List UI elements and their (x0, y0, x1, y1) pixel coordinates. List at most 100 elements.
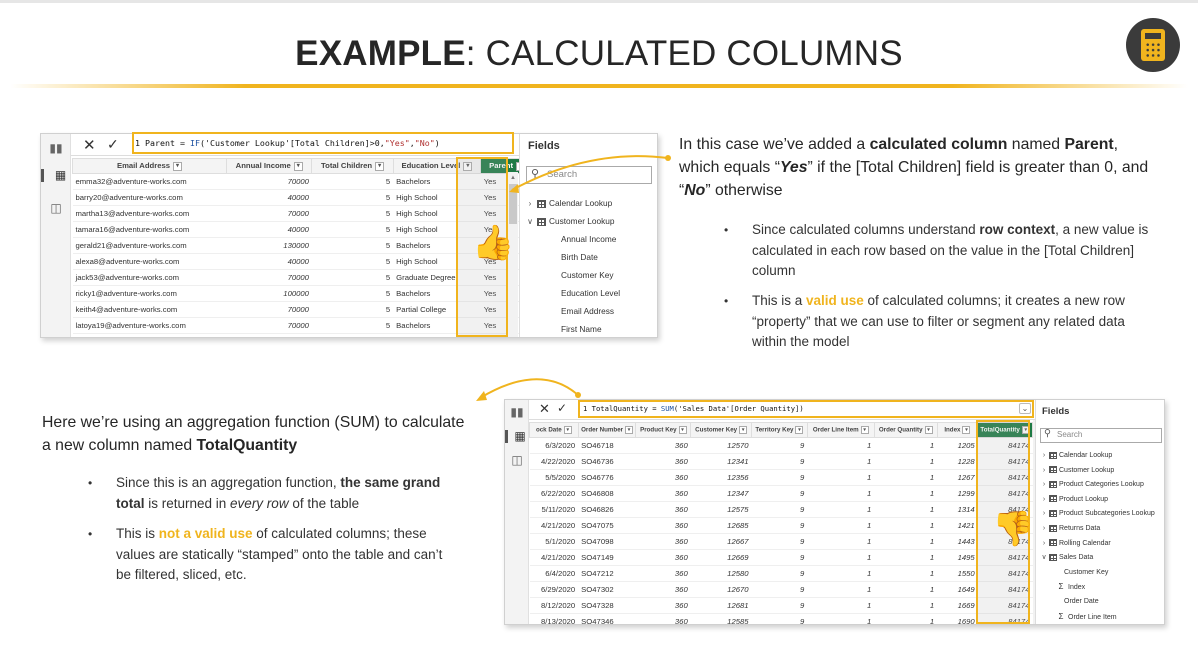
model-view-icon[interactable]: ◫ (49, 202, 63, 215)
chevron-right-icon[interactable]: › (1040, 493, 1048, 508)
table-row[interactable]: gerald21@adventure-works.com 130000 5 Bache… (72, 237, 534, 254)
chevron-right-icon[interactable]: › (1040, 507, 1048, 522)
column-filter-icon[interactable]: ▾ (962, 426, 971, 434)
table-row[interactable]: jack53@adventure-works.com 70000 5 Graduate… (72, 269, 534, 286)
column-header[interactable]: Customer Key ▾ (690, 422, 753, 438)
chevron-right-icon[interactable]: › (525, 195, 535, 212)
field-table-item[interactable]: › Returns Data (1040, 522, 1164, 537)
scroll-up-icon[interactable]: ▲ (508, 175, 518, 181)
table-row[interactable]: 5/11/2020 SO46826 360 12575 9 1 1 1314 84174 (529, 501, 1033, 518)
column-filter-icon[interactable]: ▾ (739, 426, 748, 434)
field-table-item[interactable]: ∨ Customer Lookup (525, 212, 657, 230)
chevron-down-icon[interactable]: ∨ (525, 213, 535, 230)
field-item[interactable]: Education Level (525, 284, 657, 302)
data-view-icon[interactable]: ▦ (41, 169, 71, 182)
column-header[interactable]: ock Date ▾ (529, 422, 579, 438)
table-cell: 1495 (937, 549, 978, 566)
scrollbar-thumb[interactable] (509, 184, 517, 224)
table-row[interactable]: 4/21/2020 SO47075 360 12685 9 1 1 1421 84174 (529, 517, 1033, 534)
column-filter-icon[interactable]: ▾ (625, 426, 634, 434)
column-filter-icon[interactable]: ▾ (795, 426, 804, 434)
formula-text[interactable]: 1 Parent = IF('Customer Lookup'[Total Ch… (135, 138, 440, 148)
column-header[interactable]: Territory Key ▾ (751, 422, 808, 438)
formula-bar[interactable]: ✕ ✓ 1 Parent = IF('Customer Lookup'[Tota… (71, 134, 555, 156)
field-table-item[interactable]: › Calendar Lookup (525, 194, 657, 212)
report-view-icon[interactable]: ▮▮ (510, 406, 524, 419)
table-row[interactable]: 5/5/2020 SO46776 360 12356 9 1 1 1267 84174 (529, 469, 1033, 486)
column-header[interactable]: Total Children ▾ (311, 158, 394, 174)
data-view-icon[interactable]: ▦ (505, 430, 529, 443)
column-filter-icon[interactable]: ▾ (678, 426, 687, 434)
chevron-right-icon[interactable]: › (1040, 478, 1048, 493)
column-header[interactable]: Email Address ▾ (71, 158, 228, 174)
field-item[interactable]: Customer Key (525, 266, 657, 284)
field-item[interactable]: First Name (525, 320, 657, 337)
table-row[interactable]: tamara16@adventure-works.com 40000 5 High S… (72, 221, 534, 238)
table-row[interactable]: 6/22/2020 SO46808 360 12347 9 1 1 1299 84174 (529, 485, 1033, 502)
table-cell: 5/1/2020 (529, 533, 579, 550)
column-filter-icon[interactable]: ▾ (860, 426, 869, 434)
formula-bar[interactable]: ✕ ✓ 1 TotalQuantity = SUM('Sales Data'[O… (529, 400, 1037, 420)
table-row[interactable]: 8/12/2020 SO47328 360 12681 9 1 1 1669 84174 (529, 597, 1033, 614)
table-row[interactable]: martha13@adventure-works.com 70000 5 High S… (72, 205, 534, 222)
table-row[interactable]: alexa8@adventure-works.com 40000 5 High Sch… (72, 253, 534, 270)
commit-formula-icon[interactable]: ✓ (107, 136, 119, 153)
table-row[interactable]: 5/1/2020 SO47098 360 12667 9 1 1 1443 84174 (529, 533, 1033, 550)
report-view-icon[interactable]: ▮▮ (49, 142, 63, 155)
field-item[interactable]: Customer Key (1040, 566, 1164, 581)
table-row[interactable]: latoya19@adventure-works.com 70000 5 Bachel… (72, 317, 534, 334)
column-filter-icon[interactable]: ▾ (173, 161, 183, 171)
field-table-item[interactable]: ∨ Sales Data (1040, 551, 1164, 566)
table-row[interactable]: 4/21/2020 SO47149 360 12669 9 1 1 1495 84174 (529, 549, 1033, 566)
field-item[interactable]: Birth Date (525, 248, 657, 266)
column-filter-icon[interactable]: ▾ (1021, 426, 1030, 434)
field-item[interactable]: Order Date (1040, 595, 1164, 610)
column-header[interactable]: TotalQuantity ▾ (977, 422, 1033, 438)
column-filter-icon[interactable]: ▾ (563, 426, 572, 434)
field-item[interactable]: Σ Index (1040, 580, 1164, 595)
table-row[interactable]: ricky1@adventure-works.com 100000 5 Bachelo… (72, 285, 534, 302)
column-filter-icon[interactable]: ▾ (924, 426, 933, 434)
model-view-icon[interactable]: ◫ (510, 454, 524, 467)
column-filter-icon[interactable]: ▾ (293, 161, 303, 171)
field-table-item[interactable]: › Customer Lookup (1040, 464, 1164, 479)
commit-formula-icon[interactable]: ✓ (557, 401, 567, 415)
table-row[interactable]: 4/22/2020 SO46736 360 12341 9 1 1 1228 84174 (529, 453, 1033, 470)
column-header[interactable]: Order Quantity ▾ (873, 422, 938, 438)
chevron-right-icon[interactable]: › (1040, 449, 1048, 464)
table-row[interactable]: 6/29/2020 SO47302 360 12670 9 1 1 1649 84174 (529, 581, 1033, 598)
field-table-item[interactable]: › Product Categories Lookup (1040, 478, 1164, 493)
field-item[interactable]: Email Address (525, 302, 657, 320)
chevron-right-icon[interactable]: › (1040, 522, 1048, 537)
cancel-formula-icon[interactable]: ✕ (83, 136, 96, 154)
field-table-item[interactable]: › Product Lookup (1040, 493, 1164, 508)
chevron-right-icon[interactable]: › (1040, 537, 1048, 552)
table-row[interactable]: 6/3/2020 SO46718 360 12570 9 1 1 1205 84174 (529, 437, 1033, 454)
table-row[interactable]: 6/4/2020 SO47212 360 12580 9 1 1 1550 84174 (529, 565, 1033, 582)
expand-formula-icon[interactable]: ⌄ (1019, 403, 1031, 414)
column-header[interactable]: Order Line Item ▾ (806, 422, 875, 438)
cancel-formula-icon[interactable]: ✕ (539, 401, 550, 417)
chevron-down-icon[interactable]: ∨ (1040, 551, 1048, 566)
field-item[interactable]: Σ Order Line Item (1040, 610, 1164, 624)
field-table-item[interactable]: › Calendar Lookup (1040, 449, 1164, 464)
formula-text[interactable]: 1 TotalQuantity = SUM('Sales Data'[Order… (583, 404, 804, 413)
field-table-item[interactable]: › Rolling Calendar (1040, 537, 1164, 552)
table-row[interactable]: 8/13/2020 SO47346 360 12585 9 1 1 1690 84174 (529, 613, 1033, 624)
column-header[interactable]: Order Number ▾ (577, 422, 637, 438)
chevron-right-icon[interactable]: › (1040, 464, 1048, 479)
fields-search-input[interactable]: ⚲ Search (526, 166, 652, 184)
fields-search-input[interactable]: ⚲ Search (1040, 428, 1162, 443)
column-filter-icon[interactable]: ▾ (375, 161, 385, 171)
column-header[interactable]: Education Level ▾ (392, 158, 482, 174)
column-header[interactable]: Product Key ▾ (635, 422, 692, 438)
table-cell: 1 (807, 517, 875, 534)
table-row[interactable]: barry20@adventure-works.com 40000 5 High Sc… (72, 189, 534, 206)
column-filter-icon[interactable]: ▾ (463, 161, 473, 171)
field-table-item[interactable]: › Product Subcategories Lookup (1040, 507, 1164, 522)
column-header[interactable]: Annual Income ▾ (226, 158, 313, 174)
table-row[interactable]: emma32@adventure-works.com 70000 5 Bachelor… (72, 173, 534, 190)
column-header[interactable]: Index ▾ (936, 422, 979, 438)
table-row[interactable]: keith4@adventure-works.com 70000 5 Partial … (72, 301, 534, 318)
field-item[interactable]: Annual Income (525, 230, 657, 248)
